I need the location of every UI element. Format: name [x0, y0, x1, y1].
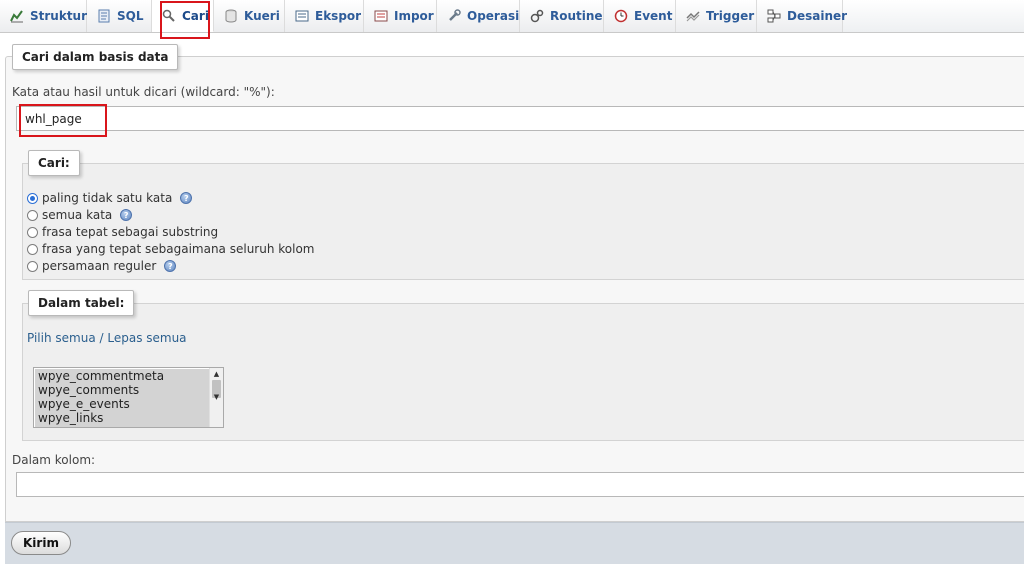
tab-bar: Struktur SQL Cari Kueri Ekspor Impor Ope…: [0, 0, 1024, 33]
list-item[interactable]: wpye_comments: [35, 383, 209, 397]
tab-struktur[interactable]: Struktur: [0, 0, 87, 32]
tab-impor[interactable]: Impor: [364, 0, 437, 32]
tab-label: Struktur: [30, 9, 88, 23]
submit-button[interactable]: Kirim: [11, 531, 71, 555]
scroll-up-icon[interactable]: ▲: [210, 368, 223, 380]
tab-label: Event: [634, 9, 673, 23]
sql-icon: [97, 8, 111, 24]
search-icon: [162, 8, 176, 24]
export-icon: [295, 8, 309, 24]
list-item[interactable]: wpye_e_events: [35, 397, 209, 411]
radio-option-exact-substring[interactable]: frasa tepat sebagai substring: [27, 224, 218, 240]
query-icon: [224, 8, 238, 24]
tab-event[interactable]: Event: [604, 0, 676, 32]
radio-label: frasa tepat sebagai substring: [42, 225, 219, 239]
help-icon[interactable]: ?: [180, 192, 193, 204]
tab-label: Impor: [394, 9, 434, 23]
designer-icon: [767, 8, 781, 24]
clock-icon: [614, 8, 628, 24]
select-links: Pilih semua / Lepas semua: [27, 331, 187, 345]
wrench-icon: [447, 8, 461, 24]
tab-trigger[interactable]: Trigger: [676, 0, 757, 32]
tab-ekspor[interactable]: Ekspor: [285, 0, 364, 32]
radio-option-regex[interactable]: persamaan reguler ?: [27, 258, 177, 274]
tab-sql[interactable]: SQL: [87, 0, 152, 32]
list-item[interactable]: wpye_links: [35, 411, 209, 425]
list-item-partial: [35, 425, 209, 427]
column-input[interactable]: [16, 472, 1024, 497]
tab-kueri[interactable]: Kueri: [214, 0, 285, 32]
radio-label: semua kata: [42, 208, 113, 222]
radio-button[interactable]: [27, 226, 38, 238]
tables-listbox[interactable]: wpye_commentmeta wpye_comments wpye_e_ev…: [33, 367, 224, 428]
tab-label: Cari: [182, 8, 209, 23]
form-footer: Kirim: [5, 522, 1024, 564]
tab-label: Routine: [550, 9, 603, 23]
select-all-link[interactable]: Pilih semua: [27, 331, 96, 345]
tab-cari[interactable]: Cari: [152, 0, 214, 32]
radio-button[interactable]: [27, 209, 38, 221]
tab-label: Operasi: [467, 9, 520, 23]
tab-operasi[interactable]: Operasi: [437, 0, 520, 32]
deselect-all-link[interactable]: Lepas semua: [107, 331, 186, 345]
tab-label: Desainer: [787, 9, 848, 23]
structure-icon: [10, 8, 24, 24]
link-separator: /: [95, 331, 108, 345]
radio-button[interactable]: [27, 260, 38, 272]
search-legend: Cari dalam basis data: [12, 44, 179, 70]
scroll-down-icon[interactable]: ▼: [210, 391, 223, 403]
radio-option-exact-whole-column[interactable]: frasa yang tepat sebagaimana seluruh kol…: [27, 241, 315, 257]
tab-label: Kueri: [244, 9, 280, 23]
radio-option-at-least-one-word[interactable]: paling tidak satu kata ?: [27, 190, 193, 206]
tab-routine[interactable]: Routine: [520, 0, 604, 32]
listbox-scrollbar[interactable]: ▲ ▼: [209, 368, 223, 427]
radio-button[interactable]: [27, 243, 38, 255]
column-label: Dalam kolom:: [12, 453, 96, 467]
tables-legend: Dalam tabel:: [28, 290, 135, 316]
radio-label: paling tidak satu kata: [42, 191, 173, 205]
routine-icon: [530, 8, 544, 24]
help-icon[interactable]: ?: [164, 260, 177, 272]
listbox-items: wpye_commentmeta wpye_comments wpye_e_ev…: [35, 369, 209, 427]
keyword-label: Kata atau hasil untuk dicari (wildcard: …: [12, 85, 275, 99]
radio-label: frasa yang tepat sebagaimana seluruh kol…: [42, 242, 315, 256]
radio-label: persamaan reguler: [42, 259, 157, 273]
tab-label: Trigger: [706, 9, 755, 23]
tab-label: Ekspor: [315, 9, 362, 23]
import-icon: [374, 8, 388, 24]
radio-option-all-words[interactable]: semua kata ?: [27, 207, 133, 223]
tab-desainer[interactable]: Desainer: [757, 0, 847, 32]
help-icon[interactable]: ?: [120, 209, 133, 221]
list-item[interactable]: wpye_commentmeta: [35, 369, 209, 383]
search-mode-legend: Cari:: [28, 150, 80, 176]
radio-button[interactable]: [27, 192, 38, 204]
keyword-input[interactable]: whl_page: [16, 106, 1024, 131]
trigger-icon: [686, 8, 700, 24]
tab-label: SQL: [117, 9, 144, 23]
